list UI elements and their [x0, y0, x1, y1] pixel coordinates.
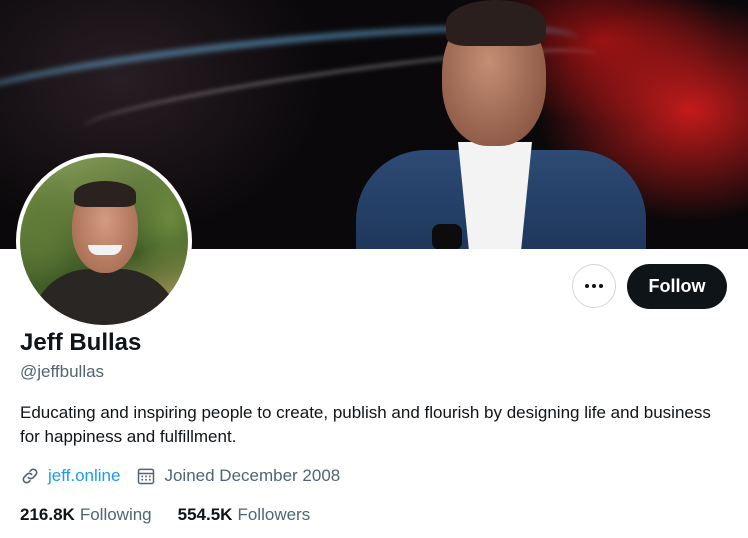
following-stat[interactable]: 216.8K Following: [20, 505, 152, 525]
followers-label: Followers: [237, 505, 311, 524]
website-link[interactable]: jeff.online: [48, 466, 120, 486]
profile-meta: jeff.online Joined December 2008: [20, 464, 340, 488]
profile-bio: Educating and inspiring people to create…: [20, 403, 711, 446]
following-count: 216.8K: [20, 505, 75, 524]
link-icon: [20, 466, 40, 486]
follow-button[interactable]: Follow: [627, 264, 727, 309]
followers-count: 554.5K: [177, 505, 233, 524]
profile-handle: @jeffbullas: [20, 362, 105, 381]
profile-name: Jeff Bullas: [20, 329, 142, 356]
more-horizontal-icon: [585, 284, 603, 288]
joined-date: Joined December 2008: [164, 466, 341, 485]
more-options-button[interactable]: [572, 264, 616, 308]
followers-stat[interactable]: 554.5K Followers: [178, 505, 311, 525]
following-label: Following: [79, 505, 152, 524]
profile-stats: 216.8K Following 554.5K Followers: [20, 505, 310, 525]
profile-avatar[interactable]: [16, 153, 192, 329]
banner-speaker-photo: [350, 0, 650, 249]
calendar-icon: [136, 466, 156, 486]
